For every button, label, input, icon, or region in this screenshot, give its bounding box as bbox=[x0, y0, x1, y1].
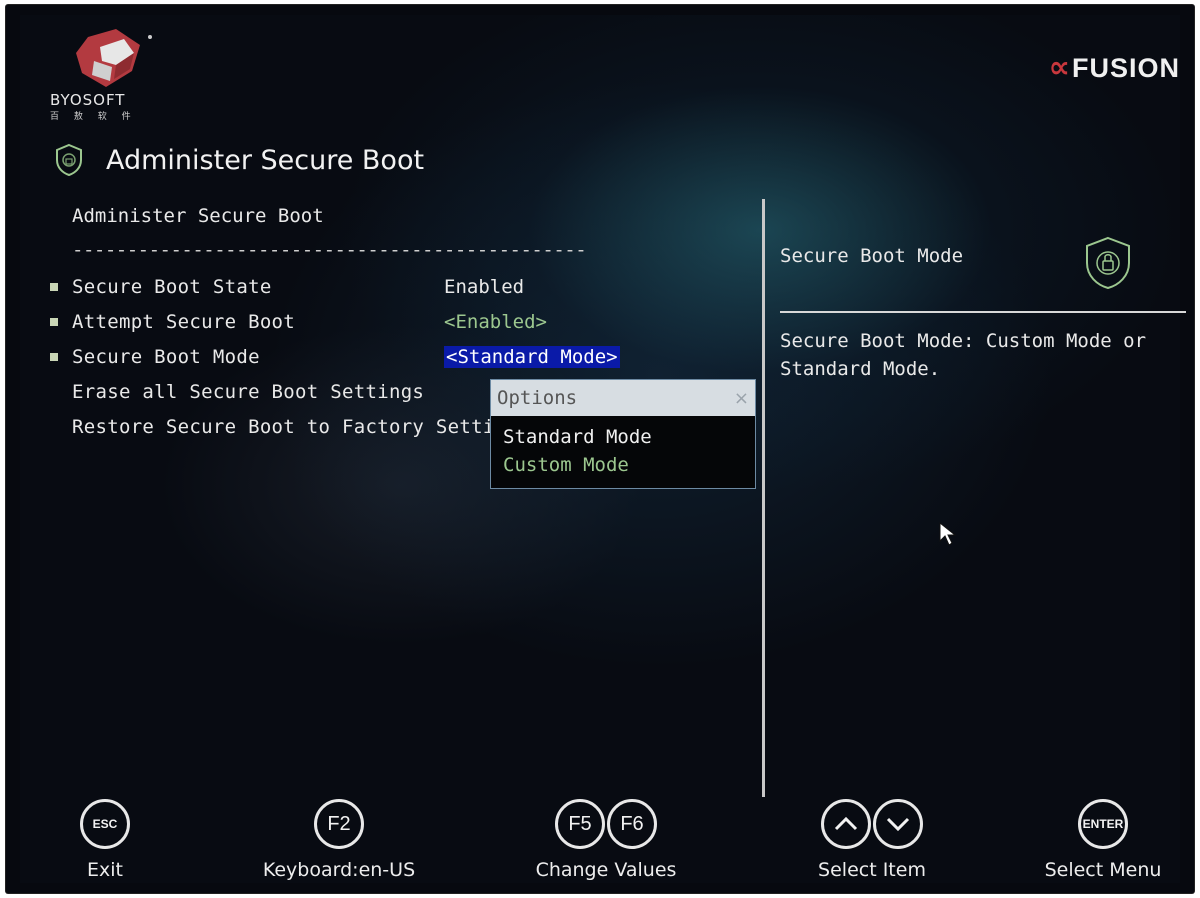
footer-label: Select Menu bbox=[1044, 859, 1162, 881]
help-text: Secure Boot Mode: Custom Mode or Standar… bbox=[780, 330, 1147, 380]
menu-item-label: Restore Secure Boot to Factory Settir bbox=[72, 416, 507, 438]
down-arrow-icon[interactable] bbox=[873, 799, 923, 849]
menu-item-value[interactable]: <Enabled> bbox=[444, 311, 547, 333]
f5-key-icon[interactable]: F5 bbox=[555, 799, 605, 849]
bios-screen: BYOSOFT 百 敖 软 件 ∝ FUSION Administer Secu… bbox=[20, 15, 1186, 883]
bullet-icon bbox=[50, 318, 58, 326]
menu-item-label: Secure Boot State bbox=[72, 276, 272, 298]
help-divider bbox=[780, 311, 1186, 313]
enter-key-icon[interactable]: ENTER bbox=[1078, 799, 1128, 849]
f6-key-icon[interactable]: F6 bbox=[607, 799, 657, 849]
footer-key-change-values[interactable]: F5 F6 Change Values bbox=[520, 799, 692, 881]
bullet-icon bbox=[50, 353, 58, 361]
xfusion-logo: ∝ FUSION bbox=[1049, 53, 1180, 83]
footer-key-exit[interactable]: ESC Exit bbox=[42, 799, 168, 881]
menu-item-value-selected[interactable]: <Standard Mode> bbox=[444, 346, 620, 368]
footer-label: Exit bbox=[87, 859, 123, 881]
key-circles: F2 bbox=[244, 799, 434, 849]
brand-name: BYOSOFT bbox=[50, 91, 126, 109]
menu-separator: ----------------------------------------… bbox=[72, 239, 587, 261]
page-title: Administer Secure Boot bbox=[106, 144, 425, 176]
menu-item-label: Attempt Secure Boot bbox=[72, 311, 296, 333]
screen-frame: BYOSOFT 百 敖 软 件 ∝ FUSION Administer Secu… bbox=[6, 5, 1194, 893]
xfusion-mark-icon: ∝ bbox=[1048, 50, 1070, 85]
shield-lock-icon bbox=[56, 143, 82, 177]
footer-key-select-menu[interactable]: ENTER Select Menu bbox=[1028, 799, 1178, 881]
panel-divider bbox=[762, 199, 765, 797]
key-circles: ESC bbox=[42, 799, 168, 849]
options-popup: Options × Standard Mode Custom Mode bbox=[490, 379, 756, 489]
up-arrow-icon[interactable] bbox=[821, 799, 871, 849]
help-title: Secure Boot Mode bbox=[780, 245, 964, 267]
options-header: Options × bbox=[491, 380, 755, 416]
option-custom-mode[interactable]: Custom Mode bbox=[503, 454, 629, 476]
shield-lock-icon bbox=[1086, 236, 1130, 290]
title-row: Administer Secure Boot bbox=[54, 143, 424, 177]
footer-label: Select Item bbox=[818, 859, 926, 881]
esc-key-icon[interactable]: ESC bbox=[80, 799, 130, 849]
menu-item-label: Secure Boot Mode bbox=[72, 346, 260, 368]
menu-heading: Administer Secure Boot bbox=[72, 205, 324, 227]
bullet-icon bbox=[50, 283, 58, 291]
brand-subtitle: 百 敖 软 件 bbox=[50, 112, 137, 122]
footer-key-keyboard[interactable]: F2 Keyboard:en-US bbox=[244, 799, 434, 881]
footer-label: Change Values bbox=[535, 859, 677, 881]
close-icon[interactable]: × bbox=[734, 388, 749, 409]
footer-label: Keyboard:en-US bbox=[262, 859, 416, 881]
key-circles: ENTER bbox=[1028, 799, 1178, 849]
footer-key-select-item[interactable]: Select Item bbox=[790, 799, 954, 881]
key-circles bbox=[790, 799, 954, 849]
f2-key-icon[interactable]: F2 bbox=[314, 799, 364, 849]
option-standard-mode[interactable]: Standard Mode bbox=[503, 426, 652, 448]
menu-item-value: Enabled bbox=[444, 276, 525, 298]
key-circles: F5 F6 bbox=[520, 799, 692, 849]
xfusion-text: FUSION bbox=[1071, 52, 1180, 83]
options-title: Options bbox=[497, 387, 578, 409]
menu-item-label: Erase all Secure Boot Settings bbox=[72, 381, 425, 403]
mouse-cursor-icon bbox=[939, 521, 957, 546]
